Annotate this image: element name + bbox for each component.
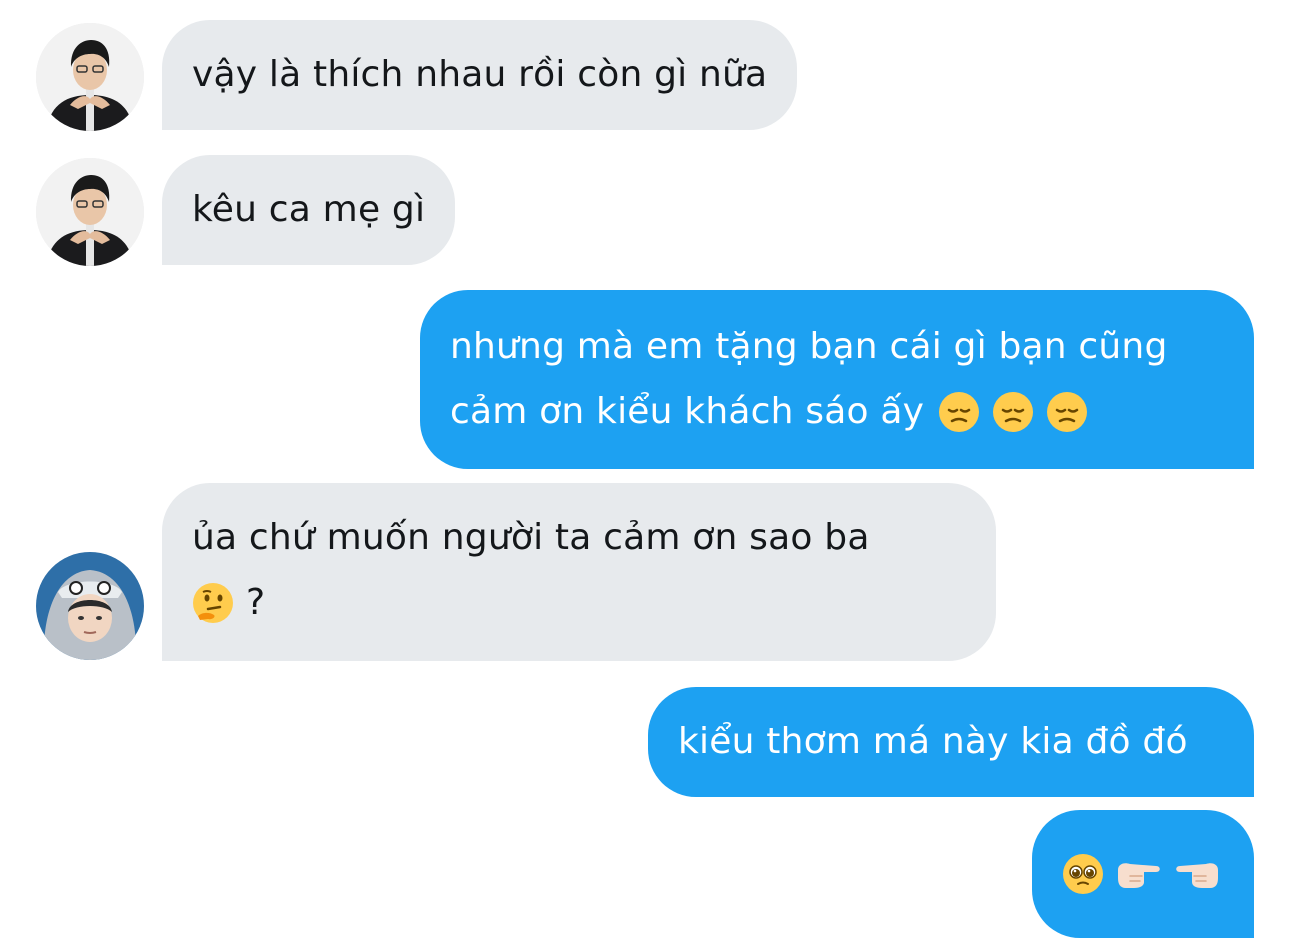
message-bubble-incoming[interactable]: ủa chứ muốn người ta cảm ơn sao ba ?	[162, 483, 996, 661]
pensive-face-icon	[993, 391, 1034, 432]
message-text: vậy là thích nhau rồi còn gì nữa	[192, 54, 768, 95]
message-bubble-incoming[interactable]: kêu ca mẹ gì	[162, 155, 456, 265]
message-bubble-outgoing[interactable]: kiểu thơm má này kia đồ đó	[648, 687, 1254, 797]
avatar[interactable]	[36, 158, 144, 266]
message-text-line-2: ?	[246, 582, 266, 623]
message-text-line-2: cảm ơn kiểu khách sáo ấy	[450, 391, 925, 432]
pensive-face-icon	[1047, 391, 1088, 432]
backhand-index-pointing-right-icon	[1118, 863, 1160, 888]
message-bubble-incoming[interactable]: vậy là thích nhau rồi còn gì nữa	[162, 20, 798, 130]
pleading-face-icon	[1063, 854, 1103, 894]
message-text: kêu ca mẹ gì	[192, 189, 426, 230]
message-text-line-1: ủa chứ muốn người ta cảm ơn sao ba	[192, 517, 870, 558]
backhand-index-pointing-left-icon	[1176, 863, 1218, 888]
message-text-line-1: nhưng mà em tặng bạn cái gì bạn cũng	[450, 326, 1168, 367]
message-bubble-outgoing[interactable]	[1032, 810, 1254, 938]
message-bubble-outgoing[interactable]: nhưng mà em tặng bạn cái gì bạn cũng cảm…	[420, 290, 1254, 469]
avatar[interactable]	[36, 552, 144, 660]
message-line-2: cảm ơn kiểu khách sáo ấy	[450, 379, 1224, 444]
thinking-face-icon	[193, 582, 233, 623]
profile-photo-icon	[36, 23, 144, 131]
message-line-2: ?	[192, 570, 966, 635]
pensive-face-icon	[939, 391, 980, 432]
emoji-group	[938, 391, 1088, 433]
profile-photo-icon	[36, 158, 144, 266]
emoji-group	[1062, 853, 1220, 895]
avatar[interactable]	[36, 23, 144, 131]
profile-photo-icon	[36, 552, 144, 660]
message-text: kiểu thơm má này kia đồ đó	[678, 721, 1188, 762]
